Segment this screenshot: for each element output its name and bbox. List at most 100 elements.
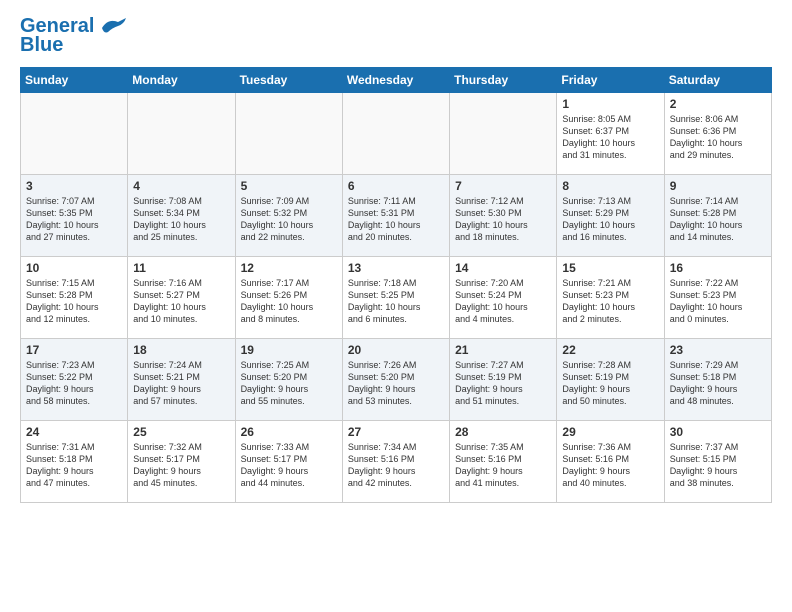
day-number: 30 [670,425,766,439]
calendar-cell: 19Sunrise: 7:25 AMSunset: 5:20 PMDayligh… [235,339,342,421]
calendar-cell: 17 Sunrise: 7:23 AMSunset: 5:22 PMDayligh… [21,339,128,421]
day-number: 6 [348,179,444,193]
weekday-header-monday: Monday [128,68,235,93]
calendar-cell: 4 Sunrise: 7:08 AMSunset: 5:34 PMDaylight… [128,175,235,257]
calendar-cell: 6 Sunrise: 7:11 AMSunset: 5:31 PMDaylight… [342,175,449,257]
day-info: Sunrise: 7:23 AMSunset: 5:22 PMDaylight:… [26,359,122,408]
day-number: 10 [26,261,122,275]
calendar-cell: 30 Sunrise: 7:37 AMSunset: 5:15 PMDayligh… [664,421,771,503]
calendar-week-2: 3Sunrise: 7:07 AMSunset: 5:35 PMDaylight… [21,175,772,257]
day-info: Sunrise: 7:12 AMSunset: 5:30 PMDaylight:… [455,195,551,244]
calendar-week-3: 10 Sunrise: 7:15 AMSunset: 5:28 PMDayligh… [21,257,772,339]
day-info: Sunrise: 7:22 AMSunset: 5:23 PMDaylight:… [670,277,766,326]
calendar-cell: 9 Sunrise: 7:14 AMSunset: 5:28 PMDaylight… [664,175,771,257]
day-info: Sunrise: 7:20 AMSunset: 5:24 PMDaylight:… [455,277,551,326]
day-number: 8 [562,179,658,193]
weekday-header-thursday: Thursday [450,68,557,93]
day-info: Sunrise: 7:07 AMSunset: 5:35 PMDaylight:… [26,195,122,244]
day-info: Sunrise: 7:35 AMSunset: 5:16 PMDaylight:… [455,441,551,490]
logo-text: General [20,16,94,36]
day-number: 16 [670,261,766,275]
calendar-cell: 27 Sunrise: 7:34 AMSunset: 5:16 PMDayligh… [342,421,449,503]
day-number: 25 [133,425,229,439]
day-info: Sunrise: 7:21 AMSunset: 5:23 PMDaylight:… [562,277,658,326]
calendar-cell: 18 Sunrise: 7:24 AMSunset: 5:21 PMDayligh… [128,339,235,421]
calendar-cell: 16 Sunrise: 7:22 AMSunset: 5:23 PMDayligh… [664,257,771,339]
day-info: Sunrise: 7:34 AMSunset: 5:16 PMDaylight:… [348,441,444,490]
calendar-cell: 28 Sunrise: 7:35 AMSunset: 5:16 PMDayligh… [450,421,557,503]
day-number: 21 [455,343,551,357]
day-number: 17 [26,343,122,357]
day-info: Sunrise: 7:09 AMSunset: 5:32 PMDaylight:… [241,195,337,244]
day-info: Sunrise: 7:16 AMSunset: 5:27 PMDaylight:… [133,277,229,326]
calendar-cell: 20Sunrise: 7:26 AMSunset: 5:20 PMDayligh… [342,339,449,421]
weekday-header-wednesday: Wednesday [342,68,449,93]
logo-bird-icon [98,16,126,36]
day-number: 26 [241,425,337,439]
day-info: Sunrise: 7:37 AMSunset: 5:15 PMDaylight:… [670,441,766,490]
day-info: Sunrise: 7:26 AMSunset: 5:20 PMDaylight:… [348,359,444,408]
day-info: Sunrise: 7:33 AMSunset: 5:17 PMDaylight:… [241,441,337,490]
day-number: 7 [455,179,551,193]
day-info: Sunrise: 7:31 AMSunset: 5:18 PMDaylight:… [26,441,122,490]
calendar-cell: 22 Sunrise: 7:28 AMSunset: 5:19 PMDayligh… [557,339,664,421]
calendar-cell: 26 Sunrise: 7:33 AMSunset: 5:17 PMDayligh… [235,421,342,503]
day-number: 4 [133,179,229,193]
day-info: Sunrise: 7:29 AMSunset: 5:18 PMDaylight:… [670,359,766,408]
day-info: Sunrise: 8:06 AMSunset: 6:36 PMDaylight:… [670,113,766,162]
calendar-cell [128,93,235,175]
day-info: Sunrise: 7:18 AMSunset: 5:25 PMDaylight:… [348,277,444,326]
logo-blue-text: Blue [20,34,63,57]
weekday-header-tuesday: Tuesday [235,68,342,93]
calendar-cell [235,93,342,175]
weekday-header-friday: Friday [557,68,664,93]
calendar-cell: 24 Sunrise: 7:31 AMSunset: 5:18 PMDayligh… [21,421,128,503]
calendar-cell [21,93,128,175]
day-info: Sunrise: 7:36 AMSunset: 5:16 PMDaylight:… [562,441,658,490]
header: General Blue [20,16,772,57]
calendar-cell: 11Sunrise: 7:16 AMSunset: 5:27 PMDayligh… [128,257,235,339]
weekday-header-sunday: Sunday [21,68,128,93]
day-info: Sunrise: 7:15 AMSunset: 5:28 PMDaylight:… [26,277,122,326]
page: General Blue SundayMondayTuesdayWednesda… [0,0,792,513]
day-info: Sunrise: 7:32 AMSunset: 5:17 PMDaylight:… [133,441,229,490]
calendar-cell: 10 Sunrise: 7:15 AMSunset: 5:28 PMDayligh… [21,257,128,339]
calendar-week-5: 24 Sunrise: 7:31 AMSunset: 5:18 PMDayligh… [21,421,772,503]
calendar-cell: 29 Sunrise: 7:36 AMSunset: 5:16 PMDayligh… [557,421,664,503]
day-info: Sunrise: 7:28 AMSunset: 5:19 PMDaylight:… [562,359,658,408]
day-number: 29 [562,425,658,439]
day-info: Sunrise: 7:24 AMSunset: 5:21 PMDaylight:… [133,359,229,408]
calendar-cell: 14 Sunrise: 7:20 AMSunset: 5:24 PMDayligh… [450,257,557,339]
day-info: Sunrise: 7:14 AMSunset: 5:28 PMDaylight:… [670,195,766,244]
calendar-table: SundayMondayTuesdayWednesdayThursdayFrid… [20,67,772,503]
day-number: 22 [562,343,658,357]
calendar-cell: 15 Sunrise: 7:21 AMSunset: 5:23 PMDayligh… [557,257,664,339]
calendar-week-4: 17 Sunrise: 7:23 AMSunset: 5:22 PMDayligh… [21,339,772,421]
weekday-header-saturday: Saturday [664,68,771,93]
day-info: Sunrise: 7:13 AMSunset: 5:29 PMDaylight:… [562,195,658,244]
calendar-header-row: SundayMondayTuesdayWednesdayThursdayFrid… [21,68,772,93]
calendar-cell: 12Sunrise: 7:17 AMSunset: 5:26 PMDayligh… [235,257,342,339]
calendar-cell [342,93,449,175]
day-number: 1 [562,97,658,111]
day-info: Sunrise: 7:08 AMSunset: 5:34 PMDaylight:… [133,195,229,244]
day-number: 5 [241,179,337,193]
day-number: 27 [348,425,444,439]
calendar-cell: 13 Sunrise: 7:18 AMSunset: 5:25 PMDayligh… [342,257,449,339]
day-number: 13 [348,261,444,275]
calendar-cell [450,93,557,175]
day-number: 9 [670,179,766,193]
calendar-cell: 23Sunrise: 7:29 AMSunset: 5:18 PMDayligh… [664,339,771,421]
calendar-week-1: 1 Sunrise: 8:05 AMSunset: 6:37 PMDaylight… [21,93,772,175]
calendar-cell: 8 Sunrise: 7:13 AMSunset: 5:29 PMDaylight… [557,175,664,257]
day-number: 15 [562,261,658,275]
day-number: 24 [26,425,122,439]
logo: General Blue [20,16,126,57]
day-number: 28 [455,425,551,439]
day-number: 18 [133,343,229,357]
calendar-cell: 1 Sunrise: 8:05 AMSunset: 6:37 PMDaylight… [557,93,664,175]
day-info: Sunrise: 7:11 AMSunset: 5:31 PMDaylight:… [348,195,444,244]
day-info: Sunrise: 8:05 AMSunset: 6:37 PMDaylight:… [562,113,658,162]
day-number: 14 [455,261,551,275]
calendar-cell: 2Sunrise: 8:06 AMSunset: 6:36 PMDaylight… [664,93,771,175]
